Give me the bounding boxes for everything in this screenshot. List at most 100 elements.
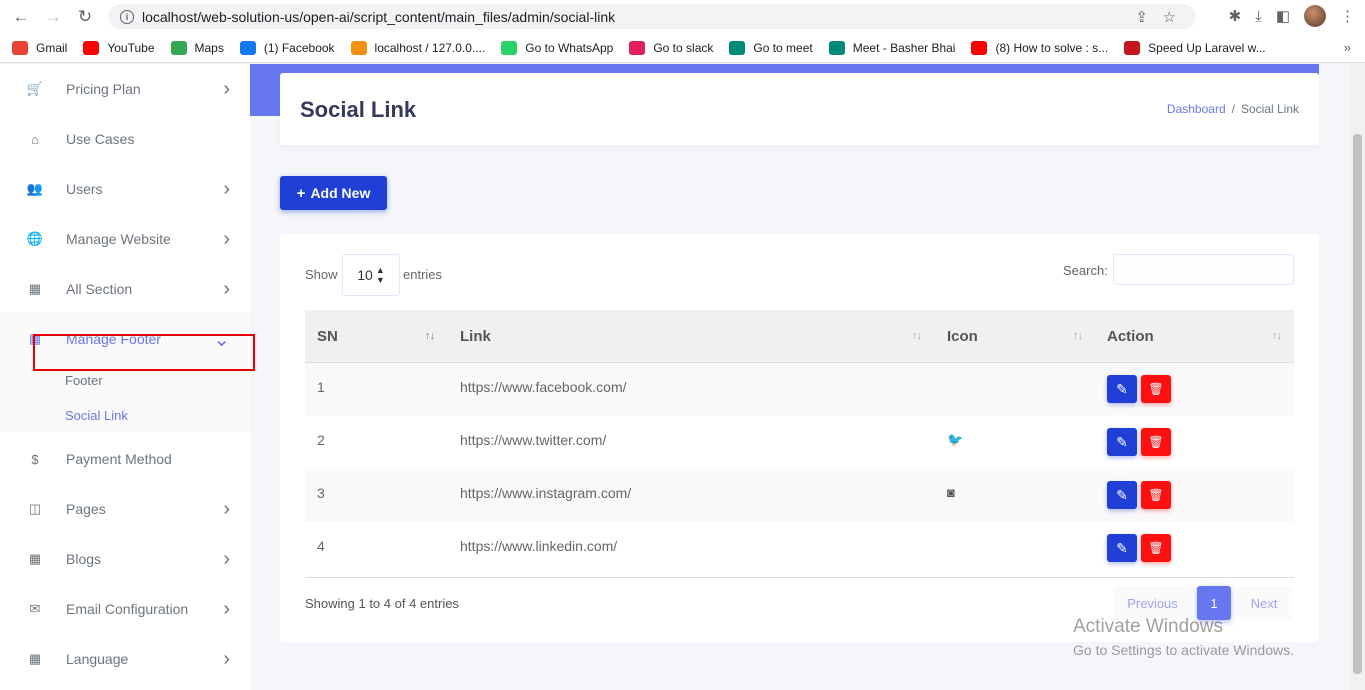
extensions-icon[interactable]: ✱ [1229,7,1242,25]
columns-icon: ◫ [28,501,42,516]
pagination-next[interactable]: Next [1236,586,1292,620]
sidebar-item-label: Pages [66,501,106,517]
sort-icon[interactable]: ↑↓ [1272,330,1282,342]
section-header: Social Link Dashboard / Social Link [280,73,1319,145]
sidebar-item-pages[interactable]: ◫ Pages › [0,484,250,534]
share-icon[interactable]: ⇪ [1135,8,1148,26]
bookmark-item[interactable]: (1) Facebook [239,40,335,55]
social-link-table-card: Show 10 ▲ ▼ entries Search: SN ↑↓ Link ↑↓… [280,234,1319,642]
table-row: 2 https://www.twitter.com/ 🐦 ✎ 🗑 [305,416,1294,469]
sidebar-item-payment-method[interactable]: $ Payment Method [0,434,250,484]
forward-arrow-icon[interactable]: → [42,6,64,28]
column-header-link[interactable]: Link [460,328,491,345]
delete-button[interactable]: 🗑 [1141,481,1171,509]
chevron-right-icon: › [223,277,230,300]
sidebar-item-use-cases[interactable]: ⌂ Use Cases [0,114,250,164]
scrollbar-thumb[interactable] [1353,134,1362,674]
youtube-icon [971,40,988,55]
bookmark-label: (8) How to solve : s... [995,40,1109,55]
sidebar-item-label: Pricing Plan [66,81,141,97]
globe-icon: 🌐 [26,231,44,246]
bookmark-item[interactable]: Meet - Basher Bhai [828,40,955,55]
search-label: Search: [1063,263,1108,278]
bookmark-star-icon[interactable]: ☆ [1163,8,1176,26]
delete-button[interactable]: 🗑 [1141,534,1171,562]
side-panel-icon[interactable]: ◧ [1276,7,1290,25]
back-arrow-icon[interactable]: ← [10,6,32,28]
bookmark-label: YouTube [107,40,155,55]
edit-button[interactable]: ✎ [1107,534,1137,562]
bookmark-item[interactable]: YouTube [83,40,155,55]
sidebar-item-email-configuration[interactable]: ✉ Email Configuration › [0,584,250,634]
sidebar-item-label: Manage Website [66,231,171,247]
sidebar-item-users[interactable]: 👥 Users › [0,164,250,214]
bookmark-item[interactable]: Maps [170,40,224,55]
home-icon: ⌂ [31,131,39,147]
cell-sn: 1 [317,379,325,395]
browser-toolbar: ← → ↻ i localhost/web-solution-us/open-a… [0,0,1365,33]
profile-avatar[interactable] [1304,5,1326,27]
cell-icon: ◙ [947,485,955,500]
bookmark-item[interactable]: Go to WhatsApp [501,40,614,55]
chevron-right-icon: › [223,597,230,620]
sort-icon[interactable]: ↑↓ [425,330,435,342]
delete-button[interactable]: 🗑 [1141,428,1171,456]
address-bar[interactable]: i localhost/web-solution-us/open-ai/scri… [108,4,1196,29]
bookmark-label: Go to WhatsApp [525,40,614,55]
entries-label: entries [403,267,443,282]
column-header-sn[interactable]: SN [317,328,338,345]
envelope-icon: ✉ [29,601,41,616]
edit-button[interactable]: ✎ [1107,428,1137,456]
more-bookmarks-icon[interactable]: » [1344,40,1351,55]
grid-icon: ▦ [28,551,42,566]
sidebar-item-manage-website[interactable]: 🌐 Manage Website › [0,214,250,264]
page-title: Social Link [300,97,417,122]
edit-button[interactable]: ✎ [1107,375,1137,403]
column-header-icon[interactable]: Icon [947,328,978,345]
facebook-icon [239,40,256,55]
submenu-item-social-link[interactable]: Social Link [65,408,128,423]
entries-length-value: 10 [357,267,373,283]
breadcrumb-dashboard-link[interactable]: Dashboard [1167,102,1226,116]
sidebar-item-language[interactable]: ▦ Language › [0,634,250,684]
table-header: SN ↑↓ Link ↑↓ Icon ↑↓ Action ↑↓ [305,310,1294,363]
sidebar-item-all-section[interactable]: ▦ All Section › [0,264,250,314]
table-info: Showing 1 to 4 of 4 entries [305,596,459,611]
bookmark-item[interactable]: Go to slack [629,40,714,55]
chevron-right-icon: › [223,227,230,250]
bookmark-label: Go to slack [653,40,714,55]
bookmark-label: (1) Facebook [263,40,335,55]
sort-icon[interactable]: ↑↓ [912,330,922,342]
sort-icon[interactable]: ↑↓ [1073,330,1083,342]
breadcrumb-separator: / [1231,102,1235,116]
table-bottom-border [305,577,1294,578]
pagination-page-1[interactable]: 1 [1197,586,1231,620]
delete-button[interactable]: 🗑 [1141,375,1171,403]
sidebar-item-label: All Section [66,281,133,297]
bookmark-item[interactable]: Speed Up Laravel w... [1124,40,1266,55]
pagination-previous[interactable]: Previous [1113,586,1192,620]
bookmark-item[interactable]: localhost / 127.0.0.... [350,40,485,55]
cell-sn: 2 [317,432,325,448]
entries-length-select[interactable]: 10 ▲ ▼ [342,254,400,296]
edit-button[interactable]: ✎ [1107,481,1137,509]
column-header-action[interactable]: Action [1107,328,1154,345]
bookmark-item[interactable]: (8) How to solve : s... [971,40,1109,55]
page-scrollbar[interactable] [1350,64,1365,690]
highlight-annotation-box [33,334,255,371]
search-input[interactable] [1113,254,1294,285]
menu-kebab-icon[interactable]: ⋮ [1340,7,1355,25]
bookmark-item[interactable]: Go to meet [729,40,813,55]
users-icon: 👥 [26,181,44,196]
sidebar-item-blogs[interactable]: ▦ Blogs › [0,534,250,584]
reload-icon[interactable]: ↻ [74,6,96,28]
sidebar-item-pricing-plan[interactable]: 🛒 Pricing Plan › [0,64,250,114]
download-icon[interactable]: ⤓ [1255,8,1262,25]
info-icon[interactable]: i [120,9,134,24]
select-caret-icon: ▲ ▼ [375,265,385,285]
table-row: 1 https://www.facebook.com/ ✎ 🗑 [305,363,1294,416]
bookmark-label: Go to meet [753,40,813,55]
bookmark-item[interactable]: Gmail [12,40,67,55]
submenu-item-footer[interactable]: Footer [65,373,103,388]
add-new-button[interactable]: + Add New [280,176,387,210]
